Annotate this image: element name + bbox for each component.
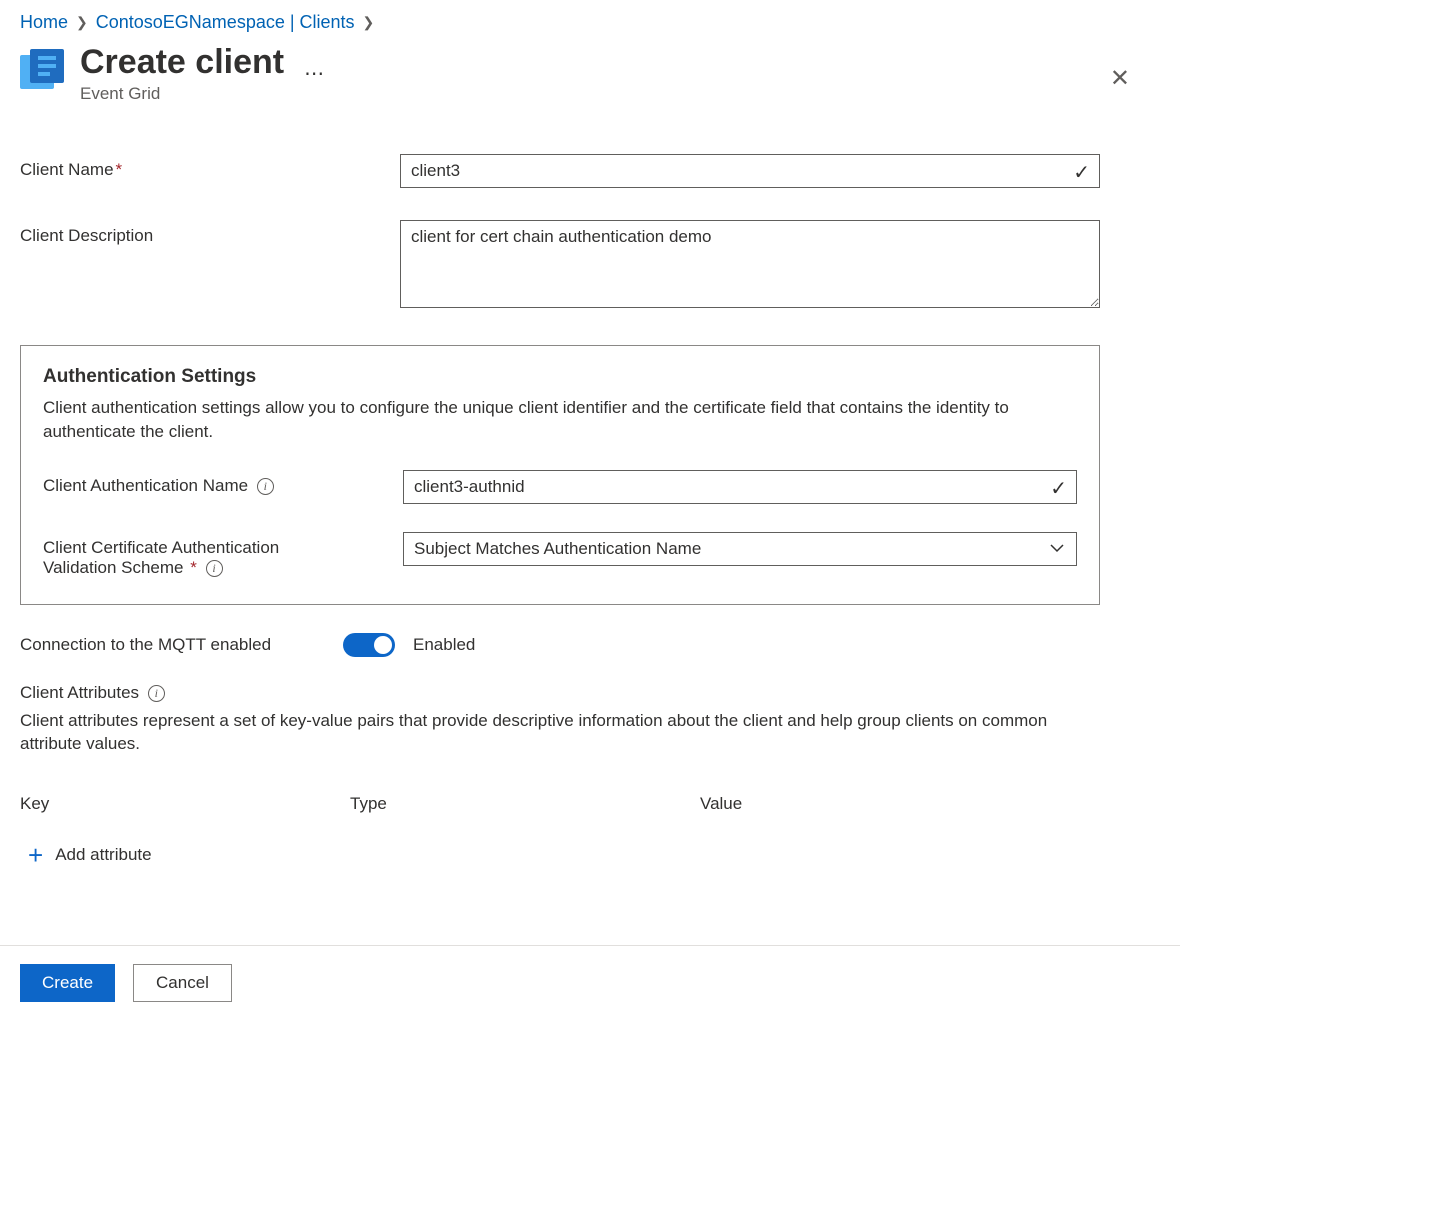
info-icon[interactable]: i xyxy=(148,685,165,702)
breadcrumb: Home ❯ ContosoEGNamespace | Clients ❯ xyxy=(20,12,1180,33)
page-title: Create client xyxy=(80,43,284,82)
authentication-settings-panel: Authentication Settings Client authentic… xyxy=(20,345,1100,605)
client-description-input[interactable] xyxy=(400,220,1100,308)
more-actions-icon[interactable]: ⋯ xyxy=(304,61,326,86)
create-button[interactable]: Create xyxy=(20,964,115,1002)
chevron-right-icon: ❯ xyxy=(76,14,88,31)
footer: Create Cancel xyxy=(0,945,1180,1020)
mqtt-connection-label: Connection to the MQTT enabled xyxy=(20,635,325,655)
attributes-columns: Key Type Value xyxy=(20,794,1100,814)
mqtt-toggle-state: Enabled xyxy=(413,635,475,655)
breadcrumb-namespace[interactable]: ContosoEGNamespace | Clients xyxy=(96,12,355,33)
chevron-right-icon: ❯ xyxy=(363,14,375,31)
auth-name-label: Client Authentication Name i xyxy=(43,470,403,496)
client-name-label: Client Name* xyxy=(20,154,400,180)
mqtt-toggle[interactable] xyxy=(343,633,395,657)
client-attributes-heading: Client Attributes i xyxy=(20,683,1100,703)
breadcrumb-home[interactable]: Home xyxy=(20,12,68,33)
auth-settings-description: Client authentication settings allow you… xyxy=(43,396,1077,444)
col-value: Value xyxy=(700,794,742,814)
validation-scheme-label: Client Certificate Authentication Valida… xyxy=(43,532,403,578)
client-description-label: Client Description xyxy=(20,220,400,246)
cancel-button[interactable]: Cancel xyxy=(133,964,232,1002)
plus-icon: + xyxy=(28,842,43,868)
col-type: Type xyxy=(350,794,700,814)
info-icon[interactable]: i xyxy=(206,560,223,577)
page-subtitle: Event Grid xyxy=(80,84,284,104)
resource-icon xyxy=(20,49,66,95)
info-icon[interactable]: i xyxy=(257,478,274,495)
auth-name-input[interactable] xyxy=(403,470,1077,504)
validation-scheme-select[interactable]: Subject Matches Authentication Name xyxy=(403,532,1077,566)
add-attribute-button[interactable]: + Add attribute xyxy=(28,842,1100,868)
auth-settings-heading: Authentication Settings xyxy=(43,366,1077,388)
page-header: Create client Event Grid ⋯ xyxy=(20,43,1180,104)
client-name-input[interactable] xyxy=(400,154,1100,188)
col-key: Key xyxy=(20,794,350,814)
client-attributes-description: Client attributes represent a set of key… xyxy=(20,709,1100,757)
